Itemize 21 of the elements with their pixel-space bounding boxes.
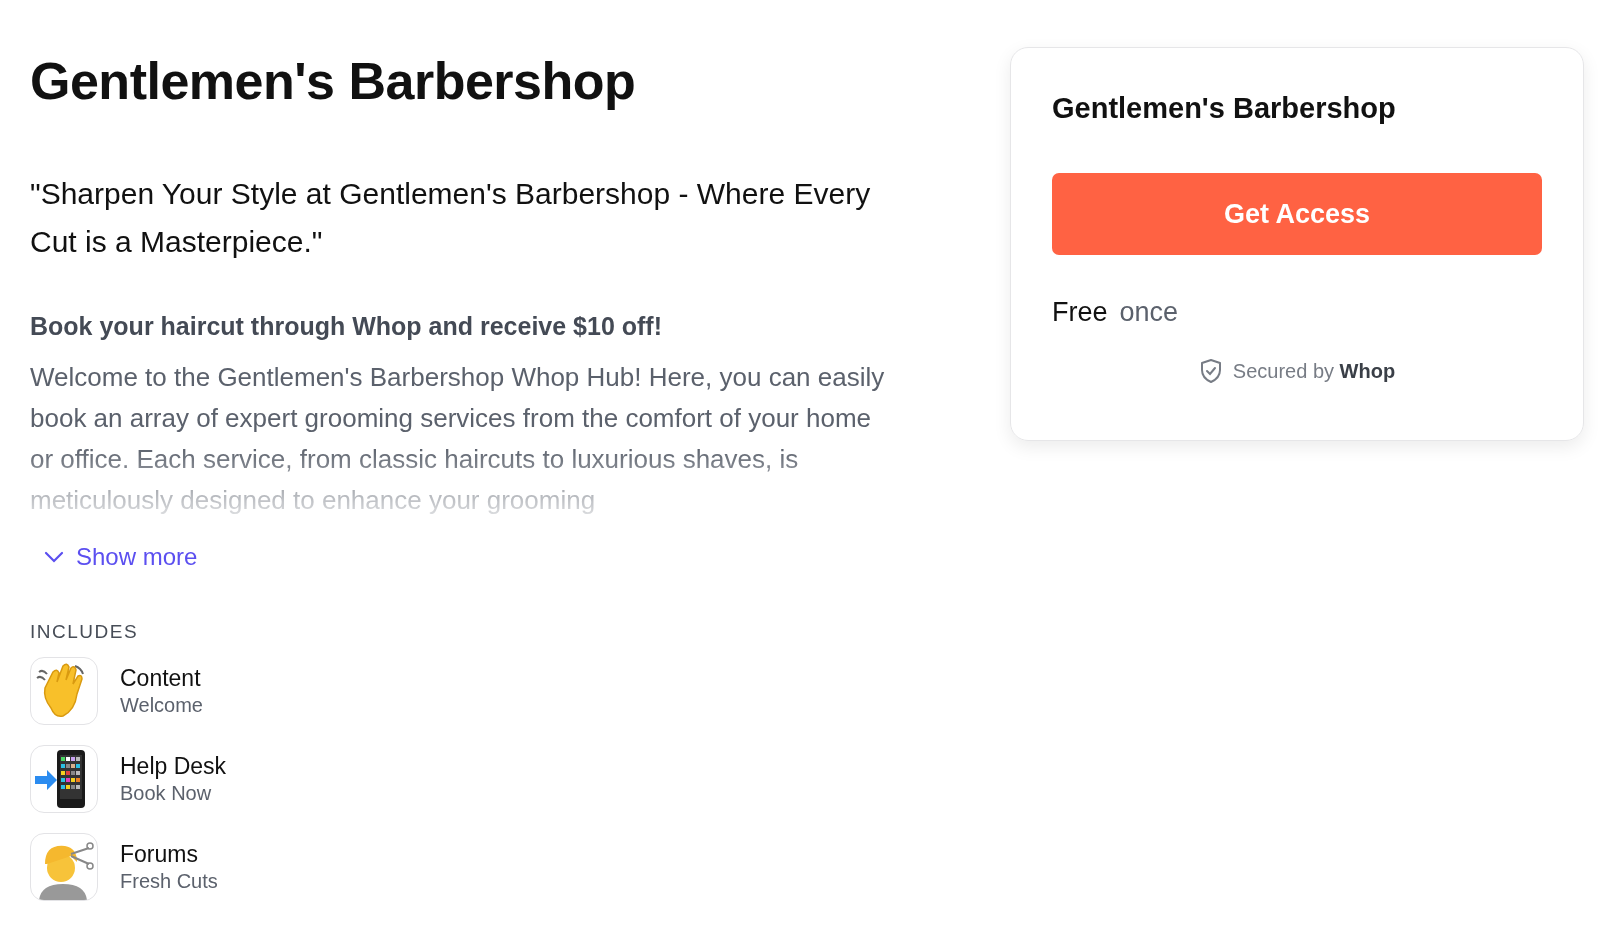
item-subtitle: Welcome: [120, 694, 203, 717]
item-name: Forums: [120, 841, 199, 868]
item-subtitle: Book Now: [120, 782, 213, 805]
section-heading: INCLUDES: [30, 621, 140, 643]
get-access-button[interactable]: Get Access: [1052, 173, 1542, 255]
shield-check-icon: [1198, 358, 1223, 384]
show-more-link[interactable]: Show more: [44, 543, 198, 571]
billing-period: once: [1119, 297, 1179, 328]
chevron-down-icon: [44, 551, 64, 563]
item-name: Content: [120, 665, 202, 692]
haircut-person-icon: [30, 833, 98, 901]
headline: Book your haircut through Whop and receive $10 off!: [30, 312, 663, 341]
description: Welcome to the Gentlemen's Barbershop Whop Hub! Here, you can easily book an array of expert grooming services from the comfort of your home or office. Each service, from classic haircuts to luxurious shaves, is meticulously designed to enhance your grooming: [30, 361, 886, 517]
tagline: "Sharpen Your Style at Gentlemen's Barbershop - Where Every Cut is a Masterpiece.": [30, 176, 872, 260]
waving-hand-icon: [30, 657, 98, 725]
item-name: Help Desk: [120, 753, 227, 780]
secured-by-text: Secured by Whop: [1232, 359, 1396, 383]
price: Free: [1052, 297, 1108, 328]
page-title: Gentlemen's Barbershop: [30, 51, 637, 112]
item-subtitle: Fresh Cuts: [120, 870, 218, 893]
card-title: Gentlemen's Barbershop: [1052, 92, 1397, 125]
